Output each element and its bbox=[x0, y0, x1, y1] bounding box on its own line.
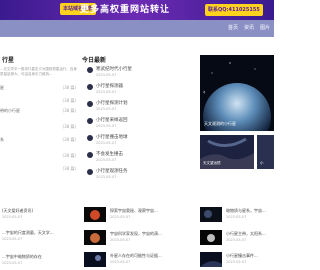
list-item-date: 2023-05-07 bbox=[110, 215, 131, 219]
left-list-item[interactable]: (38 篇) bbox=[0, 165, 78, 173]
list-item-title[interactable]: (天文爱好者资讯) bbox=[2, 208, 33, 214]
promo-banner[interactable]: 本站域名出售 更多高权重网站转让 联系QQ:411025155 bbox=[0, 0, 274, 20]
list-item-image bbox=[200, 207, 222, 222]
news-item-date: 2023-05-07 bbox=[96, 141, 117, 145]
list-item-image bbox=[84, 207, 106, 222]
left-list-item[interactable]: (38 篇) bbox=[0, 123, 78, 131]
news-item[interactable]: 小行星探测器 2023-05-07 bbox=[87, 83, 187, 97]
list-item-date: 2023-05-07 bbox=[2, 261, 23, 265]
list-item[interactable]: 宇宙科学家发现，宇宙的演... 2023-05-07 bbox=[84, 230, 194, 250]
news-item[interactable]: 小行星观测任务 2023-05-07 bbox=[87, 168, 187, 182]
news-item[interactable]: 小行星撞击地球 2023-05-07 bbox=[87, 134, 187, 148]
slider-caption: 天文观测的小行星 bbox=[204, 121, 236, 126]
left-list-count: (38 篇) bbox=[62, 98, 76, 103]
left-list-item[interactable]: 星 (38 篇) bbox=[0, 84, 78, 92]
nav-item-news[interactable]: 资讯 bbox=[244, 25, 254, 32]
list-item-date: 2023-05-07 bbox=[226, 238, 247, 242]
news-item-date: 2023-05-07 bbox=[96, 124, 117, 128]
news-avatar bbox=[87, 67, 93, 73]
featured-slider[interactable]: ‹ 天文观测的小行星 bbox=[200, 55, 274, 131]
list-item[interactable]: 外星人存在的可能性与证据... 2023-05-07 bbox=[84, 252, 194, 270]
left-list-count: (38 篇) bbox=[62, 85, 76, 90]
thumb-caption: 小 bbox=[260, 161, 264, 165]
news-item-title[interactable]: 寒武纪时代小行星 bbox=[96, 66, 132, 73]
left-list-label: 系 bbox=[0, 137, 4, 142]
left-list-count: (38 篇) bbox=[62, 153, 76, 158]
list-item-date: 2023-05-07 bbox=[110, 260, 131, 264]
news-item-title[interactable]: 不会发生撞击 bbox=[96, 151, 123, 158]
left-section-desc: ...天文学中一般将行星定义为围绕恒星运行、自身质量足够大、可由自身引力维持..… bbox=[0, 67, 77, 76]
list-item[interactable]: 小行星主带，太阳系... 2023-05-07 bbox=[200, 230, 274, 250]
list-item[interactable]: 小行星撞击事件... 2023-05-07 bbox=[200, 252, 274, 270]
thumb-caption: 天文望远镜 bbox=[203, 161, 221, 165]
news-item-title[interactable]: 小行星探测器 bbox=[96, 83, 123, 90]
thumb-card[interactable]: 天文望远镜 bbox=[200, 135, 254, 169]
left-list-item[interactable]: (38 篇) bbox=[0, 97, 78, 105]
news-item[interactable]: 寒武纪时代小行星 2023-05-07 bbox=[87, 66, 187, 80]
left-list-label: 带的小行星 bbox=[0, 108, 20, 113]
list-item-title[interactable]: 探索宇宙奥秘、观察宇宙... bbox=[110, 208, 158, 214]
left-list-item[interactable]: 带的小行星 (38 篇) bbox=[0, 107, 78, 115]
list-item[interactable]: 探索宇宙奥秘、观察宇宙... 2023-05-07 bbox=[84, 207, 194, 227]
news-item-date: 2023-05-07 bbox=[96, 107, 117, 111]
news-item-title[interactable]: 小行星探测计划 bbox=[96, 100, 128, 107]
earth-image bbox=[200, 55, 274, 131]
top-nav: 首页 资讯 图片 bbox=[0, 20, 274, 37]
news-avatar bbox=[87, 118, 93, 124]
list-item[interactable]: (天文爱好者资讯) 2023-05-07 bbox=[0, 208, 78, 228]
list-item[interactable]: ...宇宙中暗物质的存在 2023-05-07 bbox=[0, 254, 78, 270]
left-list-label: 星 bbox=[0, 85, 4, 90]
list-item-title[interactable]: ...宇宙中暗物质的存在 bbox=[2, 254, 42, 260]
news-item-date: 2023-05-07 bbox=[96, 73, 117, 77]
news-avatar bbox=[87, 169, 93, 175]
list-item-date: 2023-05-07 bbox=[2, 215, 23, 219]
list-item-image bbox=[200, 252, 222, 267]
list-item-image bbox=[84, 252, 106, 267]
promo-text: 更多高权重网站转让 bbox=[80, 5, 171, 15]
thumb-card[interactable]: 小 bbox=[257, 135, 274, 169]
news-item[interactable]: 不会发生撞击 2023-05-07 bbox=[87, 151, 187, 165]
nav-item-home[interactable]: 首页 bbox=[228, 25, 238, 32]
list-item-title[interactable]: 宇宙科学家发现，宇宙的演... bbox=[110, 231, 162, 237]
list-item-date: 2023-05-07 bbox=[2, 237, 23, 241]
news-section-title: 今日最新 bbox=[82, 57, 107, 64]
news-item-title[interactable]: 小行星采样返回 bbox=[96, 117, 128, 124]
news-item-date: 2023-05-07 bbox=[96, 158, 117, 162]
list-item[interactable]: 暗物质与星系，宇宙... 2023-05-07 bbox=[200, 207, 274, 227]
news-avatar bbox=[87, 135, 93, 141]
list-item-title[interactable]: 外星人存在的可能性与证据... bbox=[110, 253, 162, 259]
news-item-title[interactable]: 小行星撞击地球 bbox=[96, 134, 128, 141]
list-item-title[interactable]: 小行星撞击事件... bbox=[226, 253, 258, 259]
list-item-title[interactable]: 小行星主带，太阳系... bbox=[226, 231, 266, 237]
left-list-item[interactable]: 系 (38 篇) bbox=[0, 136, 78, 144]
list-item-title[interactable]: ...宇宙的尺度测量，天文学... bbox=[2, 230, 54, 236]
left-list-count: (38 篇) bbox=[62, 166, 76, 171]
left-section-title: 行星 bbox=[2, 57, 15, 64]
promo-contact: 联系QQ:411025155 bbox=[205, 4, 263, 16]
list-item-title[interactable]: 暗物质与星系，宇宙... bbox=[226, 208, 266, 214]
list-item-image bbox=[84, 230, 106, 245]
left-list-count: (38 篇) bbox=[62, 137, 76, 142]
nav-item-images[interactable]: 图片 bbox=[260, 25, 270, 32]
news-avatar bbox=[87, 101, 93, 107]
list-item-image bbox=[200, 230, 222, 245]
news-item[interactable]: 小行星探测计划 2023-05-07 bbox=[87, 100, 187, 114]
news-avatar bbox=[87, 84, 93, 90]
list-item-date: 2023-05-07 bbox=[226, 260, 247, 264]
list-item-date: 2023-05-07 bbox=[226, 215, 247, 219]
news-item-date: 2023-05-07 bbox=[96, 90, 117, 94]
news-item[interactable]: 小行星采样返回 2023-05-07 bbox=[87, 117, 187, 131]
list-item-date: 2023-05-07 bbox=[110, 238, 131, 242]
news-item-title[interactable]: 小行星观测任务 bbox=[96, 168, 128, 175]
news-item-date: 2023-05-07 bbox=[96, 175, 117, 179]
news-avatar bbox=[87, 152, 93, 158]
left-list-item[interactable]: (38 篇) bbox=[0, 152, 78, 160]
left-list-count: (38 篇) bbox=[62, 124, 76, 129]
list-item[interactable]: ...宇宙的尺度测量，天文学... 2023-05-07 bbox=[0, 230, 78, 250]
slider-prev-icon[interactable]: ‹ bbox=[203, 89, 205, 96]
left-list-count: (38 篇) bbox=[62, 108, 76, 113]
